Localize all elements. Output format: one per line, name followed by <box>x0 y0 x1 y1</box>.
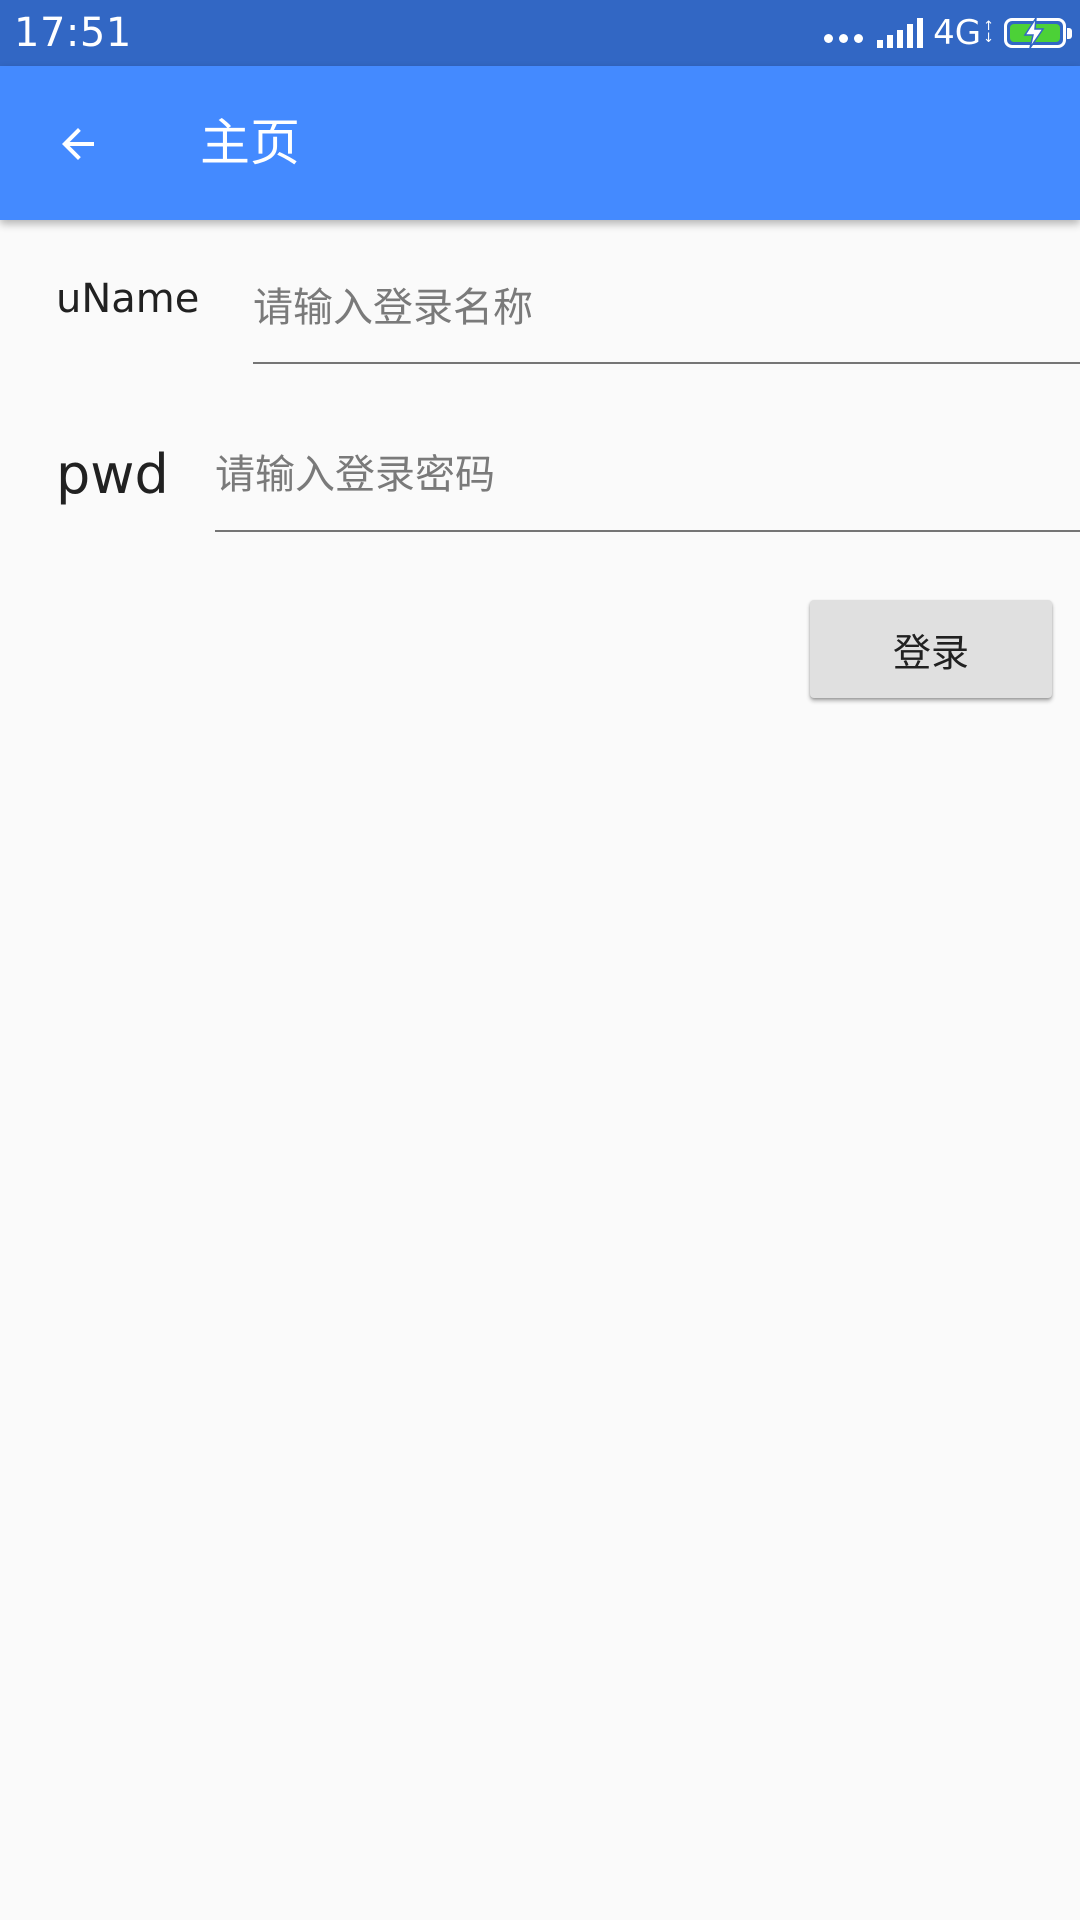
page-title: 主页 <box>200 114 300 172</box>
username-label: uName <box>56 276 200 322</box>
password-input[interactable] <box>215 420 1080 532</box>
login-button[interactable]: 登录 <box>810 600 1052 698</box>
data-activity-icon: ↑ ↓ <box>983 19 994 46</box>
username-input[interactable] <box>253 254 1080 364</box>
signal-bars-icon <box>877 18 924 48</box>
network-type: 4G <box>933 13 982 53</box>
status-time: 17:51 <box>14 10 132 56</box>
charging-bolt-icon <box>1023 18 1045 48</box>
status-icons: 4G ↑ ↓ <box>824 0 1072 66</box>
more-notifications-icon <box>824 33 864 43</box>
password-row: pwd <box>0 414 1080 532</box>
arrow-back-icon <box>62 128 94 160</box>
status-bar: 17:51 4G ↑ ↓ <box>0 0 1080 66</box>
battery-charging-icon <box>1004 18 1072 48</box>
password-label: pwd <box>56 443 169 506</box>
app-bar: 主页 <box>0 66 1080 220</box>
username-row: uName <box>0 248 1080 364</box>
back-button[interactable] <box>36 102 120 186</box>
